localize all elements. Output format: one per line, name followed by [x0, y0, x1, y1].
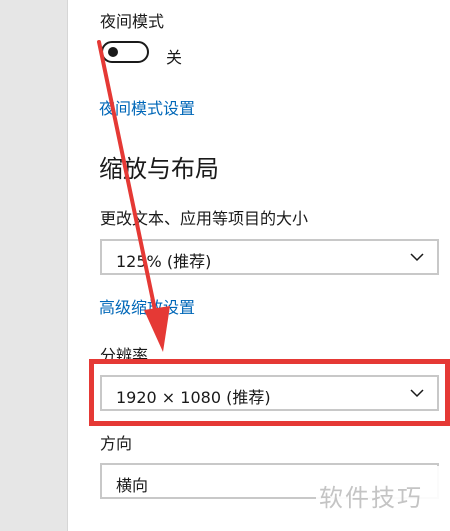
resolution-value: 1920 × 1080 (推荐): [116, 388, 271, 407]
chevron-down-icon: [410, 253, 424, 262]
scale-layout-title: 缩放与布局: [99, 155, 219, 183]
display-settings-page: 夜间模式 关 夜间模式设置 缩放与布局 更改文本、应用等项目的大小 125% (…: [0, 0, 450, 531]
resolution-dropdown[interactable]: 1920 × 1080 (推荐): [100, 375, 439, 411]
text-size-dropdown[interactable]: 125% (推荐): [100, 239, 439, 275]
settings-content: 夜间模式 关 夜间模式设置 缩放与布局 更改文本、应用等项目的大小 125% (…: [67, 0, 450, 531]
left-sidebar-edge: [0, 0, 68, 531]
text-size-value: 125% (推荐): [116, 252, 212, 271]
night-mode-settings-link[interactable]: 夜间模式设置: [99, 95, 195, 119]
orientation-label: 方向: [100, 434, 133, 453]
watermark-text: 软件技巧: [319, 484, 423, 512]
text-size-label: 更改文本、应用等项目的大小: [100, 209, 309, 228]
toggle-knob: [108, 47, 118, 57]
advanced-scaling-link[interactable]: 高级缩放设置: [99, 294, 195, 318]
night-mode-toggle-state: 关: [166, 48, 183, 67]
orientation-value: 横向: [116, 476, 149, 495]
chevron-down-icon: [410, 389, 424, 398]
resolution-label: 分辨率: [100, 346, 149, 365]
night-mode-toggle[interactable]: [101, 41, 149, 63]
night-mode-label: 夜间模式: [100, 12, 165, 31]
